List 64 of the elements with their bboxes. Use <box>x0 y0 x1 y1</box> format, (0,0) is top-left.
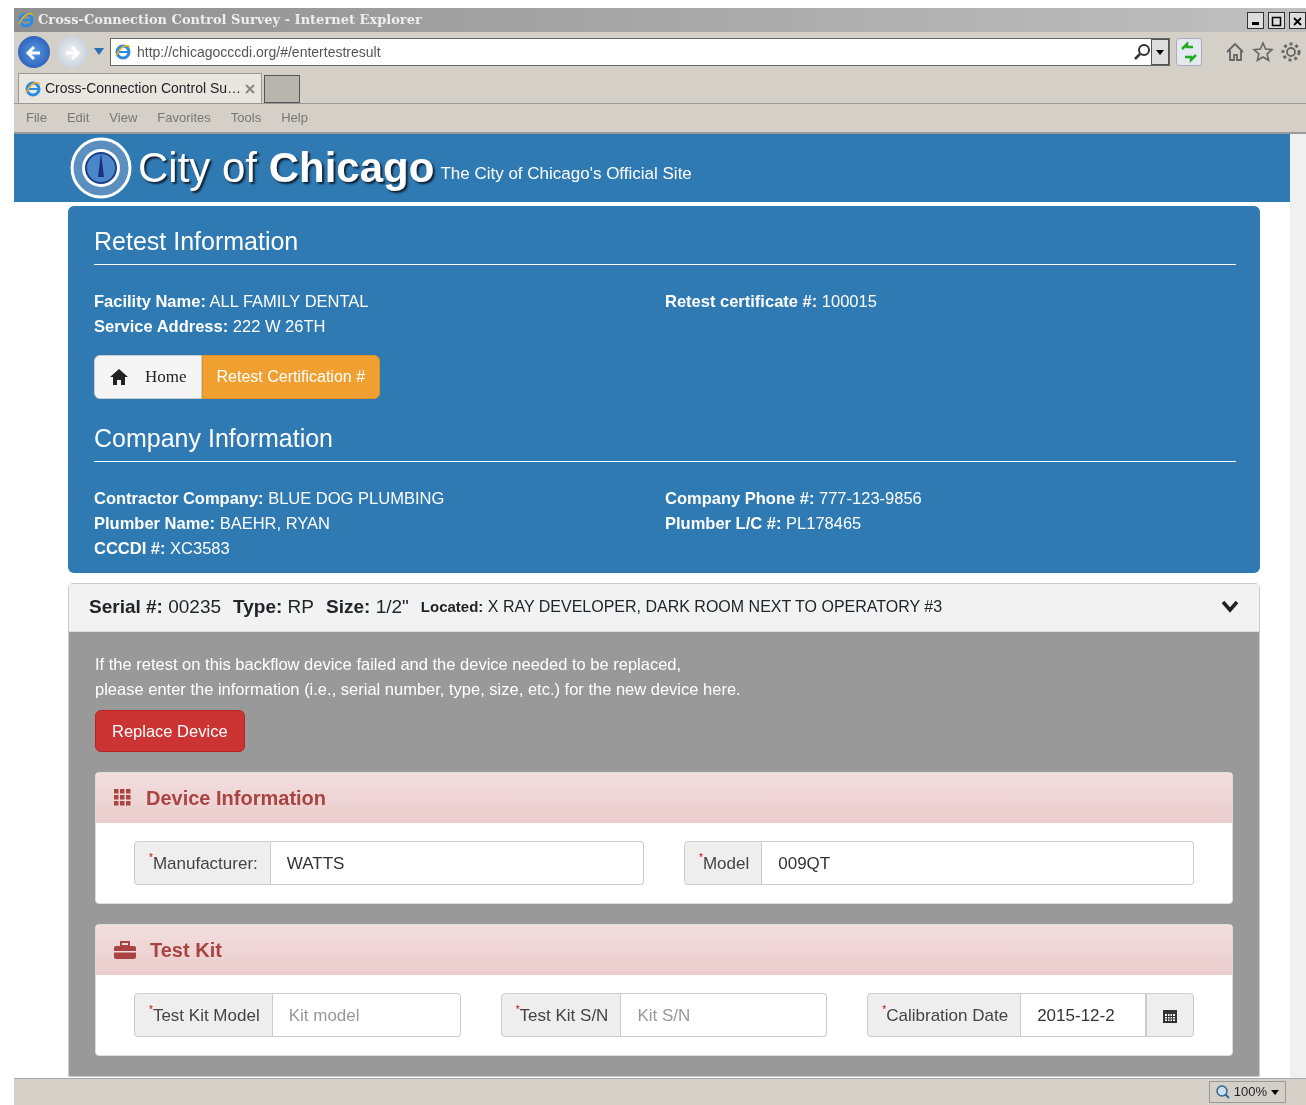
panel-title: Test Kit <box>150 938 222 964</box>
input-field[interactable]: Kit S/N <box>621 993 828 1038</box>
maximize-button[interactable] <box>1268 11 1285 29</box>
info-field: Facility Name: ALL FAMILY DENTAL <box>94 289 665 314</box>
home-icon[interactable] <box>1224 41 1246 63</box>
chevron-down-icon[interactable] <box>1221 600 1239 614</box>
device-summary-field: Type: RP <box>233 592 314 622</box>
minimize-icon <box>1252 21 1259 25</box>
back-arrow-icon <box>25 43 43 62</box>
browser-tab[interactable]: Cross-Connection Control Su… <box>18 73 263 103</box>
address-field[interactable]: http://chicagocccdi.org/#/entertestresult <box>110 38 1170 66</box>
field-label: $^{*}$Manufacturer: <box>134 841 271 886</box>
page-icon <box>115 44 131 60</box>
device-location: Located: X RAY DEVELOPER, DARK ROOM NEXT TO OPERATORY #3 <box>420 597 943 617</box>
star-icon[interactable] <box>1252 41 1274 63</box>
minimize-button[interactable] <box>1247 11 1264 29</box>
field-label: $^{*}$Test Kit S/N <box>500 993 622 1038</box>
field-label: $^{*}$Calibration Date <box>867 993 1022 1038</box>
section-heading: Company Information <box>94 422 1236 462</box>
calendar-button[interactable] <box>1146 993 1194 1038</box>
zoom-icon <box>1215 1085 1230 1099</box>
input-field[interactable]: Kit model <box>272 993 461 1038</box>
home-icon <box>109 367 129 386</box>
close-button[interactable] <box>1289 11 1306 29</box>
grid-icon <box>114 789 132 808</box>
field-label: $^{*}$Model <box>684 841 763 886</box>
device-summary-field: Serial #: 00235 <box>89 592 222 622</box>
info-field: Retest certificate #: 100015 <box>665 289 1236 314</box>
refresh-icon[interactable] <box>1176 38 1202 66</box>
input-field[interactable]: 009QT <box>762 841 1194 886</box>
calendar-icon <box>1162 1008 1178 1024</box>
panel-title: Device Information <box>146 786 327 812</box>
home-button[interactable]: Home <box>94 355 202 399</box>
device-summary-field: Size: 1/2" <box>326 592 409 622</box>
info-field: Plumber Name: BAEHR, RYAN <box>94 510 665 536</box>
section-heading: Retest Information <box>94 226 1236 265</box>
replace-device-button[interactable]: Replace Device <box>95 709 245 753</box>
settings-icon[interactable] <box>1280 41 1302 63</box>
info-field: Company Phone #: 777-123-9856 <box>665 485 1236 511</box>
window-title: Cross-Connection Control Survey - Internet Explorer <box>38 11 422 30</box>
search-icon[interactable] <box>1133 43 1151 61</box>
new-tab-button[interactable] <box>264 75 301 103</box>
info-field: Contractor Company: BLUE DOG PLUMBING <box>94 485 665 511</box>
dropdown-arrow-icon <box>1271 1089 1279 1095</box>
briefcase-icon <box>114 941 136 960</box>
date-field[interactable]: 2015-12-2 <box>1021 993 1146 1038</box>
seal-logo <box>70 137 132 199</box>
close-icon[interactable] <box>245 83 256 94</box>
forward-arrow-icon <box>63 43 81 62</box>
info-field: Service Address: 222 W 26TH <box>94 314 665 339</box>
close-icon <box>1292 15 1303 27</box>
maximize-icon <box>1271 15 1282 27</box>
device-header[interactable]: Serial #: 00235 Type: RP Size: 1/2" Located: X RAY DEVELOPER, DARK ROOM NEXT TO OPERATORY #3 <box>69 583 1259 632</box>
site-tagline: The City of Chicago's Official Site <box>440 163 692 186</box>
notice-text: If the retest on this backflow device failed and the device needed to be replaced, please enter the information (i.e., serial number, type, size, etc.) for the new device here. <box>95 653 742 700</box>
input-field[interactable]: WATTS <box>270 841 644 886</box>
field-label: $^{*}$Test Kit Model <box>134 993 273 1038</box>
zoom-control[interactable]: 100% <box>1208 1081 1286 1103</box>
browser-logo-icon <box>18 12 34 28</box>
site-logo-text: City of Chicago <box>138 147 435 189</box>
info-field: CCCDI #: XC3583 <box>94 535 665 561</box>
page-icon <box>25 80 41 97</box>
back-button[interactable] <box>18 36 50 68</box>
info-field: Plumber L/C #: PL178465 <box>665 510 1236 536</box>
